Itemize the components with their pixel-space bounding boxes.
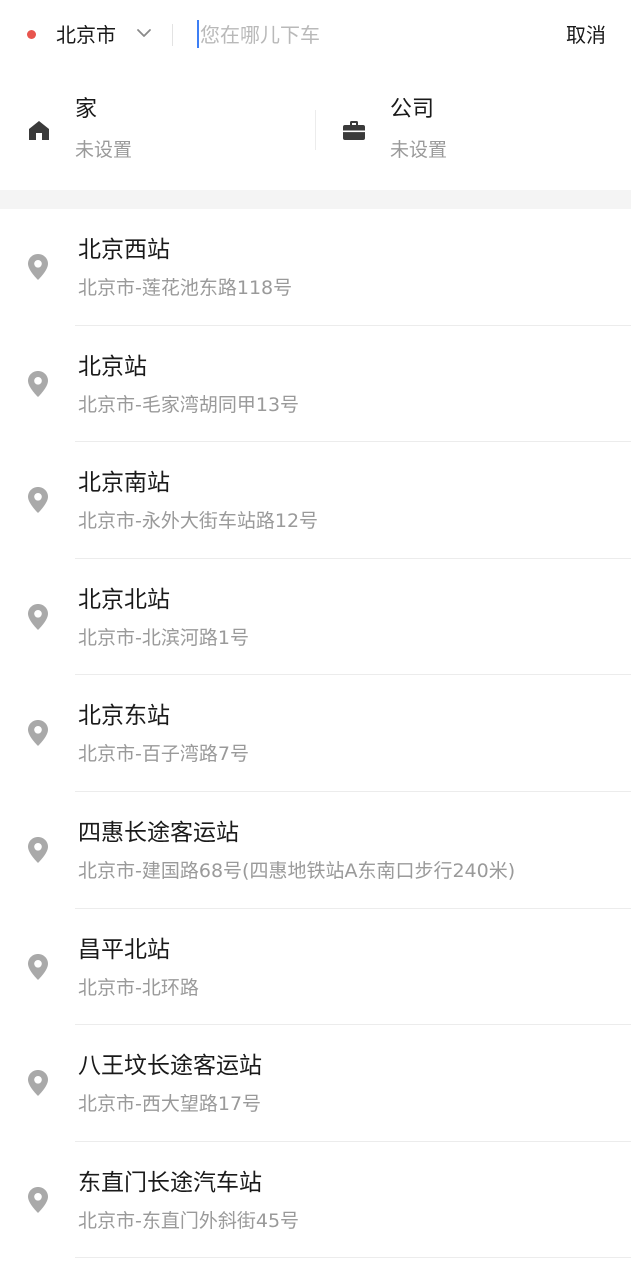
- result-name: 东直门长途汽车站: [78, 1169, 262, 1196]
- result-item[interactable]: 四惠长途客运站 北京市-建国路68号(四惠地铁站A东南口步行240米): [0, 792, 631, 909]
- result-address: 北京市-百子湾路7号: [78, 743, 249, 766]
- chevron-down-icon[interactable]: [136, 27, 152, 39]
- result-address: 北京市-东直门外斜街45号: [78, 1209, 300, 1232]
- result-name: 北京南站: [78, 470, 170, 497]
- work-title: 公司: [390, 97, 435, 122]
- result-name: 北京北站: [78, 586, 170, 613]
- result-item[interactable]: 八王坟长途客运站 北京市-西大望路17号: [0, 1025, 631, 1142]
- work-shortcut[interactable]: 公司 未设置: [318, 70, 618, 190]
- work-subtitle: 未设置: [390, 139, 448, 161]
- header-divider: [172, 24, 173, 46]
- destination-search-input[interactable]: [200, 18, 540, 52]
- home-shortcut[interactable]: 家 未设置: [0, 70, 300, 190]
- location-pin-icon: [28, 1070, 48, 1097]
- result-address: 北京市-永外大街车站路12号: [78, 510, 319, 533]
- result-item[interactable]: 北京西站 北京市-莲花池东路118号: [0, 209, 631, 326]
- home-icon: [29, 121, 49, 140]
- result-address: 北京市-毛家湾胡同甲13号: [78, 393, 300, 416]
- result-address: 北京市-莲花池东路118号: [78, 277, 293, 299]
- result-item[interactable]: 昌平北站 北京市-北环路: [0, 909, 631, 1026]
- result-address: 北京市-北滨河路1号: [78, 626, 249, 649]
- result-name: 八王坟长途客运站: [78, 1053, 262, 1080]
- result-name: 北京东站: [78, 703, 170, 730]
- result-address: 北京市-北环路: [78, 976, 199, 999]
- text-caret: [197, 20, 199, 48]
- section-gap: [0, 190, 631, 209]
- result-address: 北京市-西大望路17号: [78, 1093, 262, 1116]
- result-item[interactable]: 北京站 北京市-毛家湾胡同甲13号: [0, 326, 631, 443]
- location-pin-icon: [28, 953, 48, 980]
- location-pin-icon: [28, 836, 48, 863]
- shortcut-divider: [315, 110, 316, 150]
- location-pin-icon: [28, 370, 48, 397]
- result-name: 昌平北站: [78, 936, 170, 963]
- briefcase-icon: [343, 121, 365, 140]
- result-name: 北京站: [78, 353, 147, 380]
- row-divider: [75, 1257, 631, 1259]
- address-shortcuts: 家 未设置 公司 未设置: [0, 70, 631, 190]
- cancel-button[interactable]: 取消: [566, 20, 606, 50]
- home-subtitle: 未设置: [75, 139, 133, 161]
- location-pin-icon: [28, 1186, 48, 1213]
- result-item[interactable]: 北京北站 北京市-北滨河路1号: [0, 559, 631, 676]
- result-address: 北京市-建国路68号(四惠地铁站A东南口步行240米): [78, 859, 516, 882]
- results-list: 北京西站 北京市-莲花池东路118号 北京站 北京市-毛家湾胡同甲13号 北京南…: [0, 209, 631, 1259]
- result-item[interactable]: 北京东站 北京市-百子湾路7号: [0, 675, 631, 792]
- result-name: 四惠长途客运站: [78, 819, 239, 846]
- search-header: 北京市 取消: [0, 0, 631, 70]
- location-pin-icon: [28, 720, 48, 747]
- location-dot-icon: [27, 30, 36, 39]
- location-pin-icon: [28, 487, 48, 514]
- result-item[interactable]: 东直门长途汽车站 北京市-东直门外斜街45号: [0, 1142, 631, 1259]
- result-name: 北京西站: [78, 237, 170, 263]
- location-pin-icon: [28, 254, 48, 280]
- city-name[interactable]: 北京市: [56, 20, 116, 50]
- home-title: 家: [75, 97, 98, 122]
- location-pin-icon: [28, 603, 48, 630]
- result-item[interactable]: 北京南站 北京市-永外大街车站路12号: [0, 442, 631, 559]
